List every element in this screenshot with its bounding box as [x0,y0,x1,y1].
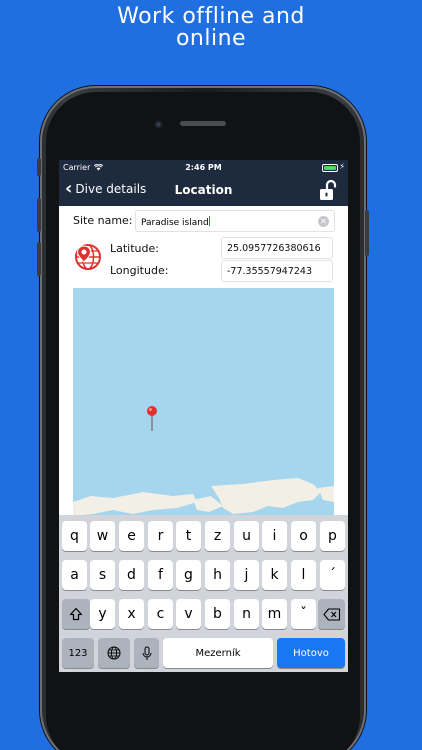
key-k[interactable]: k [262,560,287,590]
shift-icon [69,607,83,621]
key-n[interactable]: n [234,599,259,629]
key-v[interactable]: v [176,599,201,629]
charging-icon: ⚡ [339,162,345,171]
map-view[interactable] [73,288,334,528]
key-c[interactable]: c [148,599,173,629]
numbers-key[interactable]: 123 [62,638,94,668]
power-button [365,210,369,256]
promo-line-1: Work offline and [117,4,305,29]
battery-icon [322,164,338,172]
site-name-value: Paradise island [141,218,209,228]
site-name-row: Site name: Paradise island ✕ [73,210,335,232]
globe-key[interactable] [98,638,130,668]
longitude-label: Longitude: [110,264,169,277]
site-name-label: Site name: [73,214,133,227]
key-j[interactable]: j [234,560,259,590]
volume-down-button [37,242,41,276]
unlocked-lock-icon[interactable] [318,179,338,201]
onscreen-keyboard: q w e r t z u i o p a s d f g h j k l ´ … [59,515,348,672]
key-g[interactable]: g [176,560,201,590]
latitude-label: Latitude: [110,242,159,255]
site-name-input[interactable]: Paradise island ✕ [135,210,335,232]
backspace-key[interactable] [318,599,345,629]
key-w[interactable]: w [90,521,115,551]
status-bar: Carrier 2:46 PM ⚡ [59,160,348,176]
key-e[interactable]: e [119,521,144,551]
dictation-key[interactable] [134,638,159,668]
navigation-bar: ‹ Dive details Location [59,176,348,206]
key-caron[interactable]: ˇ [291,599,316,629]
key-i[interactable]: i [262,521,287,551]
status-time: 2:46 PM [185,163,222,172]
earpiece-speaker [180,121,226,126]
text-cursor [208,216,210,226]
clear-text-icon[interactable]: ✕ [318,216,329,227]
latitude-input[interactable]: 25.0957726380616 [221,237,333,259]
key-y[interactable]: y [90,599,115,629]
space-key[interactable]: Mezerník [163,638,273,668]
backspace-icon [322,607,340,621]
globe-icon [107,646,121,660]
nav-title: Location [174,183,233,197]
key-r[interactable]: r [148,521,173,551]
longitude-input[interactable]: -77.35557947243 [221,260,333,282]
map-land [73,478,334,516]
key-s[interactable]: s [90,560,115,590]
volume-up-button [37,198,41,232]
key-q[interactable]: q [62,521,87,551]
front-camera [154,120,163,129]
key-h[interactable]: h [205,560,230,590]
key-d[interactable]: d [119,560,144,590]
promo-heading: Work offline and online [0,6,422,50]
key-f[interactable]: f [148,560,173,590]
map-pin-icon[interactable] [146,405,158,433]
key-z[interactable]: z [205,521,230,551]
microphone-icon [142,646,151,660]
key-b[interactable]: b [205,599,230,629]
key-t[interactable]: t [176,521,201,551]
shift-key[interactable] [62,599,90,629]
mute-switch [37,158,41,176]
key-l[interactable]: l [291,560,316,590]
key-u[interactable]: u [234,521,259,551]
latitude-value: 25.0957726380616 [227,243,321,254]
key-p[interactable]: p [320,521,345,551]
longitude-value: -77.35557947243 [227,266,313,277]
key-acute[interactable]: ´ [320,560,345,590]
key-o[interactable]: o [291,521,316,551]
key-m[interactable]: m [262,599,287,629]
key-a[interactable]: a [62,560,87,590]
promo-line-2: online [175,26,247,51]
key-x[interactable]: x [119,599,144,629]
phone-screen: Carrier 2:46 PM ⚡ ‹ Dive details Locatio… [59,160,348,672]
done-key[interactable]: Hotovo [277,638,345,668]
globe-location-icon [75,244,101,270]
